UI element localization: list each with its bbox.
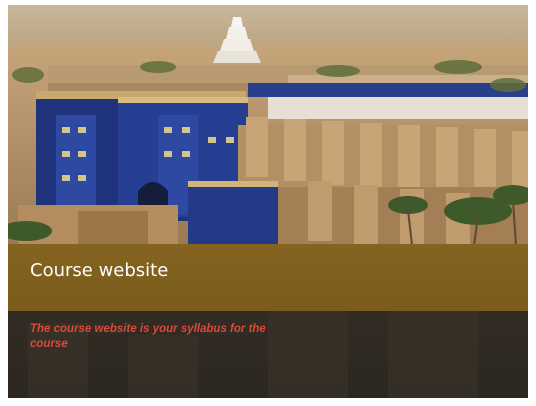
- slide: Course website The course website is you…: [8, 5, 528, 398]
- slide-body-text: The course website is your syllabus for …: [30, 323, 266, 350]
- city-wall: [238, 117, 528, 247]
- slide-title: Course website: [30, 260, 169, 281]
